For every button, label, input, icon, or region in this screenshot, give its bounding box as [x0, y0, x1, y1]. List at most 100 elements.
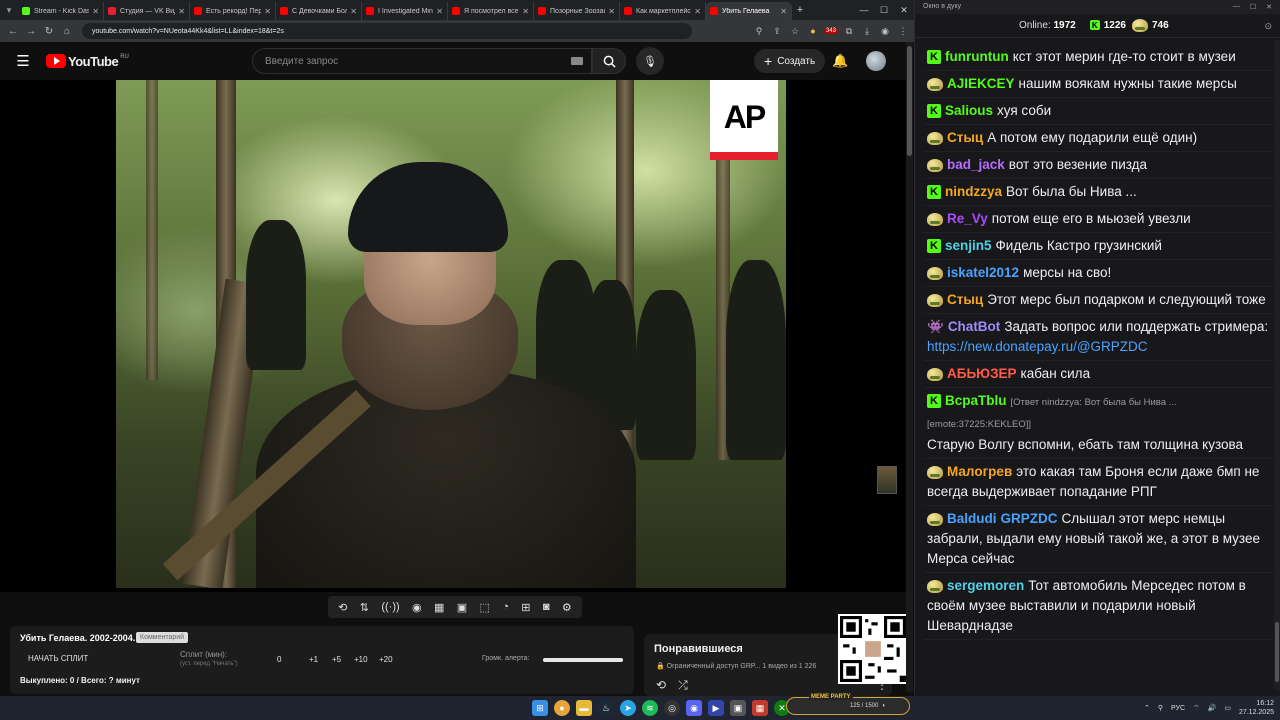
browser-tab[interactable]: I Investigated Min ✕ — [362, 2, 448, 20]
gear-icon[interactable]: ⚙ — [562, 601, 572, 614]
menu-icon[interactable]: ⋮ — [896, 26, 910, 37]
chat-username[interactable]: nindzzya — [945, 184, 1002, 199]
gauge-icon[interactable]: ◔ — [502, 601, 509, 613]
mini-thumbnail[interactable] — [877, 466, 897, 494]
battery-icon[interactable]: ▭ — [1224, 704, 1231, 712]
clock[interactable]: 16:12 27.12.2025 — [1239, 699, 1274, 717]
tab-search-icon[interactable]: ▾ — [0, 0, 18, 20]
chat-username[interactable]: senjin5 — [945, 238, 992, 253]
tray-chevron-icon[interactable]: ⌃ — [1144, 704, 1150, 712]
eye-icon[interactable]: ◉ — [412, 601, 422, 614]
camera-icon[interactable]: ◙ — [543, 601, 550, 613]
search-input[interactable]: Введите запрос — [252, 48, 592, 74]
browser-tab[interactable]: С Девочками Бол ✕ — [276, 2, 362, 20]
media-player-icon[interactable]: ▶ — [708, 700, 724, 716]
chat-username[interactable]: Baldudi — [947, 511, 997, 526]
tab-close-icon[interactable]: ✕ — [694, 7, 701, 16]
chat-username[interactable]: Стыц — [947, 130, 983, 145]
chat-username[interactable]: Стыц — [947, 292, 983, 307]
telegram-icon[interactable]: ➤ — [620, 700, 636, 716]
bookmark-star-icon[interactable]: ☆ — [788, 26, 802, 37]
discord-icon[interactable]: ◉ — [686, 700, 702, 716]
active-app-icon[interactable]: ▦ — [752, 700, 768, 716]
spotify-icon[interactable]: ≋ — [642, 700, 658, 716]
browser-tab[interactable]: Позорные Зоозащ ✕ — [534, 2, 620, 20]
tab-close-icon[interactable]: ✕ — [780, 7, 787, 16]
share-icon[interactable]: ⇪ — [770, 26, 784, 37]
url-field[interactable]: youtube.com/watch?v=NUeota44Kk4&list=LL&… — [82, 23, 692, 39]
volume-icon[interactable]: 🔊 — [1208, 704, 1217, 712]
chat-mention[interactable]: GRPZDC — [1001, 511, 1058, 526]
reload-icon[interactable]: ↻ — [40, 26, 58, 37]
chat-username[interactable]: Re_Vy — [947, 211, 988, 226]
meme-party-widget[interactable]: MEME PARTY 125 / 1500 ◐ — [786, 694, 910, 715]
chat-scrollbar[interactable] — [1274, 40, 1280, 690]
steam-icon[interactable]: ♨ — [598, 700, 614, 716]
browser-tab[interactable]: Студия — VK Вид ✕ — [104, 2, 190, 20]
tab-close-icon[interactable]: ✕ — [522, 7, 529, 16]
meme-party-toggle-icon[interactable]: ◐ — [882, 703, 886, 709]
chat-maximize-icon[interactable]: ☐ — [1250, 3, 1256, 11]
tray-app-icon[interactable]: ⚲ — [1158, 704, 1163, 712]
chat-username[interactable]: bad_jack — [947, 157, 1005, 172]
chat-username[interactable]: iskatel2012 — [947, 265, 1019, 280]
tab-close-icon[interactable]: ✕ — [264, 7, 271, 16]
close-window-icon[interactable]: ✕ — [894, 5, 914, 16]
tab-close-icon[interactable]: ✕ — [436, 7, 443, 16]
browser-tab[interactable]: Убить Гелаева ✕ — [706, 2, 792, 20]
split-value-0[interactable]: 0 — [277, 655, 281, 664]
new-tab-button[interactable]: + — [792, 4, 808, 16]
downloads-icon[interactable]: ⤓ — [860, 26, 874, 37]
zoom-icon[interactable]: ⚲ — [752, 26, 766, 37]
extensions-puzzle-icon[interactable]: ⧉ — [842, 26, 856, 37]
split-add-1-button[interactable]: +1 — [309, 655, 318, 664]
video-frame[interactable]: AP — [116, 80, 786, 588]
shuffle-icon[interactable]: ⤮ — [678, 678, 688, 693]
profile-icon[interactable]: ◉ — [878, 26, 892, 37]
extension-icon[interactable]: ● — [806, 26, 820, 36]
browser-tab[interactable]: Stream - Kick Dash ✕ — [18, 2, 104, 20]
obs-icon[interactable]: ◎ — [664, 700, 680, 716]
search-button[interactable] — [592, 48, 626, 74]
create-button[interactable]: + Создать — [754, 49, 826, 73]
broadcast-icon[interactable]: ((·)) — [381, 601, 399, 613]
browser-tab[interactable]: Как маркетплейс ✕ — [620, 2, 706, 20]
split-add-10-button[interactable]: +10 — [354, 655, 368, 664]
maximize-icon[interactable]: ☐ — [874, 5, 894, 16]
chat-minimize-icon[interactable]: — — [1233, 3, 1240, 11]
picture-icon[interactable]: ▣ — [457, 601, 467, 614]
hamburger-menu-icon[interactable]: ☰ — [0, 52, 46, 70]
frame-icon[interactable]: ⬚ — [480, 601, 490, 614]
home-icon[interactable]: ⌂ — [58, 26, 76, 37]
sort-icon[interactable]: ⇅ — [360, 601, 369, 614]
chat-username[interactable]: Salious — [945, 103, 993, 118]
chat-username[interactable]: ChatBot — [948, 319, 1001, 334]
start-split-button[interactable]: НАЧАТЬ СПЛИТ — [28, 654, 88, 663]
keyboard-icon[interactable] — [571, 57, 583, 65]
chat-username[interactable]: Малогрев — [947, 464, 1012, 479]
extension-badge[interactable]: 343 — [823, 28, 838, 34]
browser-tab[interactable]: Я посмотрел все с ✕ — [448, 2, 534, 20]
split-add-20-button[interactable]: +20 — [379, 655, 393, 664]
chat-username[interactable]: sergemoren — [947, 578, 1024, 593]
tab-close-icon[interactable]: ✕ — [178, 7, 185, 16]
tab-close-icon[interactable]: ✕ — [350, 7, 357, 16]
browser-tab[interactable]: Есть рекорд! Пере ✕ — [190, 2, 276, 20]
repeat-icon[interactable]: ⟲ — [656, 678, 666, 693]
chat-close-icon[interactable]: ✕ — [1266, 3, 1272, 11]
explorer-icon[interactable]: ▬ — [576, 700, 592, 716]
tab-close-icon[interactable]: ✕ — [92, 7, 99, 16]
loop-icon[interactable]: ⟲ — [338, 601, 347, 614]
chat-settings-icon[interactable]: ⊙ — [1264, 21, 1272, 32]
app-icon[interactable]: ▣ — [730, 700, 746, 716]
split-badge[interactable]: Комментарий — [136, 632, 189, 643]
language-indicator[interactable]: РУС — [1171, 705, 1185, 712]
network-icon[interactable]: ⌔ — [1193, 704, 1200, 713]
chat-username[interactable]: AJIEKCEY — [947, 76, 1015, 91]
voice-search-mic-icon[interactable]: 🎙 — [636, 47, 664, 75]
notifications-bell-icon[interactable]: 🔔 — [832, 53, 848, 69]
avatar[interactable] — [866, 51, 886, 71]
back-icon[interactable]: ← — [4, 26, 22, 37]
video-player[interactable]: AP — [0, 80, 908, 592]
alert-volume-slider[interactable] — [543, 658, 623, 662]
